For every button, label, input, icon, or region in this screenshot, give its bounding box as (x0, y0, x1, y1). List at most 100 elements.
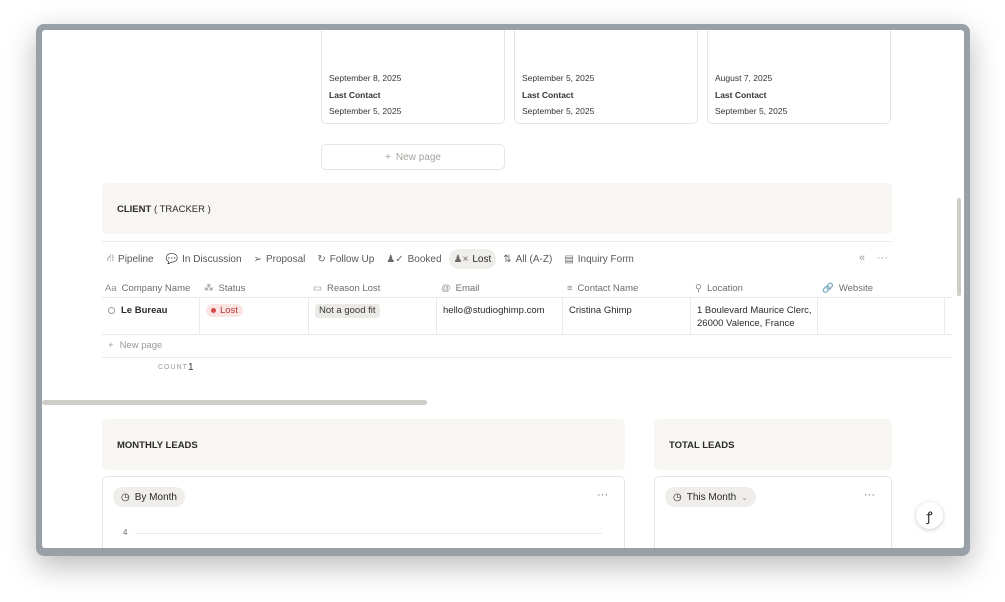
plus-icon: + (108, 340, 114, 351)
view-selector[interactable]: ◷ By Month (113, 487, 185, 507)
contact-cell[interactable]: Cristina Ghimp (563, 298, 691, 334)
reason-cell[interactable]: Not a good fit (309, 298, 437, 334)
help-button[interactable]: ꝭ (916, 502, 943, 529)
tab-label: Pipeline (118, 253, 154, 265)
divider (102, 241, 892, 242)
tab-booked[interactable]: ♟✓ Booked (381, 249, 446, 269)
view-label: By Month (134, 491, 177, 503)
card-date: September 5, 2025 (715, 106, 788, 116)
document-icon: ▤ (564, 253, 574, 265)
chevron-down-icon: ⌄ (741, 492, 748, 502)
card-date: September 5, 2025 (522, 106, 595, 116)
count-label: COUNT (158, 364, 188, 371)
y-axis-tick: 4 (123, 528, 128, 537)
card-date: August 7, 2025 (715, 73, 773, 83)
more-icon[interactable]: ··· (877, 252, 888, 264)
card-label: Last Contact (522, 90, 574, 100)
count-value: 1 (188, 362, 194, 373)
collapse-icon[interactable]: « (859, 252, 865, 264)
board-card[interactable]: September 5, 2025 Last Contact September… (514, 30, 698, 124)
tab-inquiry-form[interactable]: ▤ Inquiry Form (559, 249, 639, 269)
tab-label: Inquiry Form (577, 253, 634, 265)
person-x-icon: ♟× (453, 253, 469, 265)
horizontal-scrollbar[interactable] (42, 400, 427, 405)
column-label: Email (455, 282, 480, 294)
clock-icon: ◷ (673, 491, 682, 503)
pin-icon: ⚲ (695, 282, 702, 294)
column-header[interactable]: Aa Company Name (102, 279, 200, 297)
clock-icon: ◷ (121, 491, 130, 503)
notion-ai-icon: ꝭ (926, 509, 933, 525)
table-row[interactable]: Le Bureau Lost Not a good fit hello@stud… (102, 297, 952, 335)
monthly-leads-chart: ◷ By Month ··· 4 (102, 476, 625, 548)
total-leads-title: TOTAL LEADS (669, 440, 735, 451)
divider (102, 357, 952, 358)
send-icon: ➢ (253, 253, 262, 265)
column-label: Status (218, 282, 246, 294)
column-header[interactable]: ⁂ Status (200, 279, 309, 297)
vertical-scrollbar[interactable] (957, 198, 961, 296)
status-badge: Lost (206, 304, 243, 317)
text-icon: ≡ (567, 282, 573, 294)
company-cell[interactable]: Le Bureau (102, 298, 200, 334)
column-header[interactable]: @ Email (437, 279, 563, 297)
gridline (135, 533, 602, 534)
status-icon: ⁂ (204, 282, 214, 294)
pipeline-icon: ⛙ (107, 252, 115, 264)
plus-icon: + (385, 151, 391, 163)
archive-icon: ▭ (313, 282, 322, 294)
column-header[interactable]: ⚲ Location (691, 279, 818, 297)
monthly-leads-callout: MONTHLY LEADS (102, 419, 625, 470)
tab-label: Follow Up (329, 253, 375, 265)
client-tracker-callout: CLIENT ( TRACKER ) (102, 183, 892, 234)
view-tabs: ⛙ Pipeline 💬 In Discussion ➢ Proposal ↻ Foll… (102, 248, 639, 270)
tab-lost[interactable]: ♟× Lost (448, 249, 497, 269)
board-card[interactable]: September 8, 2025 Last Contact September… (321, 30, 505, 124)
view-selector[interactable]: ◷ This Month ⌄ (665, 487, 756, 507)
sort-icon: ⇅ (503, 253, 512, 265)
person-check-icon: ♟✓ (386, 253, 404, 265)
column-header[interactable]: ▭ Reason Lost (309, 279, 437, 297)
card-date: September 5, 2025 (522, 73, 595, 83)
more-icon[interactable]: ··· (597, 489, 608, 501)
reason-tag: Not a good fit (315, 304, 380, 318)
email-cell[interactable]: hello@studioghimp.com (437, 298, 563, 334)
column-header[interactable]: 🔗 Website (818, 279, 942, 297)
column-label: Location (706, 282, 743, 294)
website-cell[interactable] (818, 298, 945, 334)
notion-page: September 8, 2025 Last Contact September… (42, 30, 964, 548)
refresh-icon: ↻ (317, 253, 326, 265)
total-leads-chart: ◷ This Month ⌄ ··· (654, 476, 892, 548)
tab-all-a-z[interactable]: ⇅ All (A-Z) (498, 249, 557, 269)
card-label: Last Contact (715, 90, 767, 100)
tab-pipeline[interactable]: ⛙ Pipeline (102, 249, 159, 269)
card-date: September 8, 2025 (329, 73, 402, 83)
tab-label: Booked (407, 253, 442, 265)
status-dot (211, 308, 216, 313)
at-icon: @ (441, 282, 451, 294)
company-name: Le Bureau (121, 305, 168, 316)
total-leads-callout: TOTAL LEADS (654, 419, 892, 470)
board-card[interactable]: August 7, 2025 Last Contact September 5,… (707, 30, 891, 124)
location-line: 26000 Valence, France (697, 318, 795, 329)
tab-proposal[interactable]: ➢ Proposal (249, 249, 311, 269)
callout-subtitle: ( TRACKER ) (153, 204, 211, 215)
tab-label: All (A-Z) (515, 253, 553, 265)
location-cell[interactable]: 1 Boulevard Maurice Clerc, 26000 Valence,… (691, 298, 818, 334)
chat-icon: 💬 (165, 253, 179, 265)
title-icon: Aa (105, 282, 117, 294)
add-row-label: New page (119, 340, 163, 351)
view-label: This Month (686, 491, 737, 503)
callout-title: CLIENT (117, 204, 152, 215)
column-label: Contact Name (577, 282, 639, 294)
status-cell[interactable]: Lost (200, 298, 309, 334)
add-row-button[interactable]: + New page (108, 340, 162, 351)
column-label: Website (838, 282, 873, 294)
tab-follow-up[interactable]: ↻ Follow Up (312, 249, 379, 269)
new-page-button[interactable]: + New page (321, 144, 505, 170)
column-label: Reason Lost (326, 282, 381, 294)
more-icon[interactable]: ··· (864, 489, 875, 501)
column-header[interactable]: ≡ Contact Name (563, 279, 691, 297)
column-label: Company Name (121, 282, 191, 294)
tab-in-discussion[interactable]: 💬 In Discussion (161, 249, 247, 269)
